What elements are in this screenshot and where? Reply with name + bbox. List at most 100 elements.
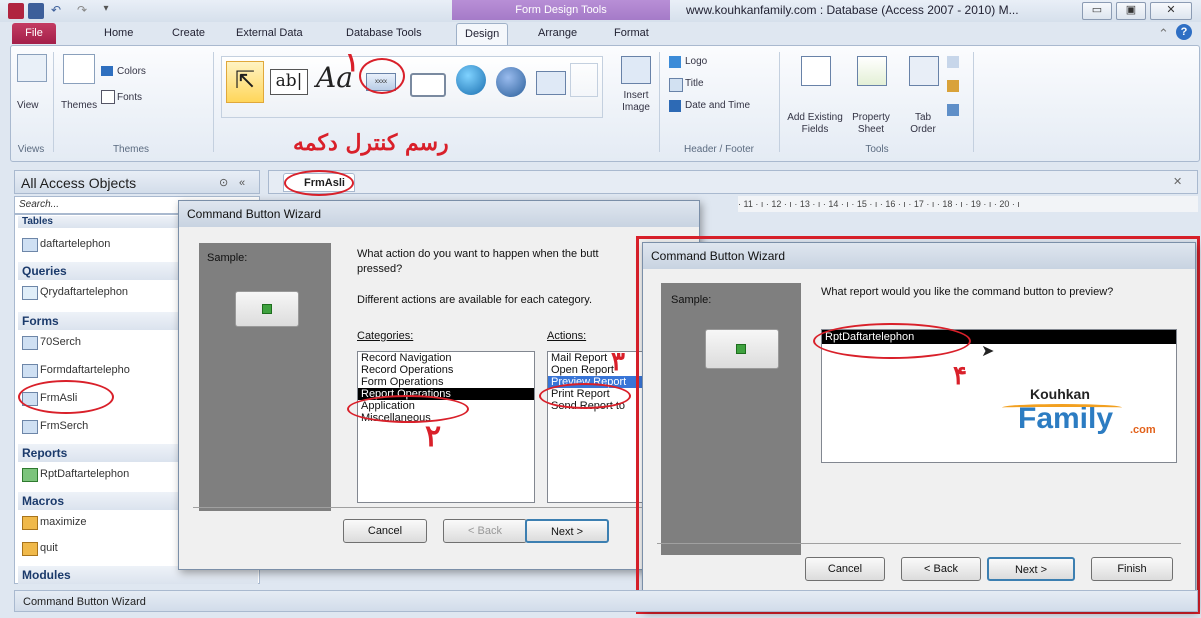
minimize-ribbon-icon[interactable]: ⌃ <box>1158 26 1169 42</box>
dialog2-title: Command Button Wizard <box>643 243 1195 269</box>
help-icon[interactable]: ? <box>1176 24 1192 40</box>
window-title: www.kouhkanfamily.com : Database (Access… <box>686 3 1019 17</box>
dialog2-sample-label: Sample: <box>671 294 712 306</box>
web-browser-control-icon[interactable] <box>496 67 526 97</box>
tab-control-icon[interactable] <box>410 73 446 97</box>
nav-dropdown-icon[interactable]: ⊙ <box>219 171 228 195</box>
title-icon[interactable] <box>669 78 683 92</box>
add-existing-fields-label[interactable]: Add Existing Fields <box>785 112 845 136</box>
dialog1-back-button[interactable]: < Back <box>443 519 527 543</box>
nav-item-maximize[interactable]: maximize <box>40 513 86 531</box>
fonts-button-label[interactable]: Fonts <box>117 92 142 104</box>
annotation-ellipse-1 <box>359 58 405 94</box>
tab-create[interactable]: Create <box>164 23 213 44</box>
separator <box>53 52 54 152</box>
categories-label: Categories: <box>357 330 414 342</box>
action-item[interactable]: Open Report <box>548 364 648 376</box>
action-item[interactable]: Mail Report <box>548 352 648 364</box>
insert-image-icon[interactable] <box>621 56 651 84</box>
property-sheet-icon[interactable] <box>857 56 887 86</box>
tab-external-data[interactable]: External Data <box>228 23 311 44</box>
separator <box>659 52 660 152</box>
dialog1-sample-panel: Sample: <box>199 243 331 511</box>
dialog2-cancel-button[interactable]: Cancel <box>805 557 885 581</box>
form-icon <box>22 364 38 378</box>
view-icon[interactable] <box>17 54 47 82</box>
undo-icon[interactable]: ↶ <box>48 3 64 19</box>
separator <box>779 52 780 152</box>
tab-order-icon[interactable] <box>909 56 939 86</box>
macro-icon <box>22 516 38 530</box>
annotation-ellipse-doc-tab <box>284 170 354 196</box>
tab-home[interactable]: Home <box>96 23 141 44</box>
date-time-label[interactable]: Date and Time <box>685 100 750 112</box>
macro-icon <box>22 542 38 556</box>
insert-image-label[interactable]: Insert Image <box>611 90 661 114</box>
actions-list[interactable]: Mail Report Open Report Preview Report P… <box>547 351 649 503</box>
document-tab-bar: FrmAsli ✕ <box>268 170 1198 194</box>
nav-item-rptdaftartelephon[interactable]: RptDaftartelephon <box>40 465 129 483</box>
gallery-scroll[interactable] <box>570 63 598 97</box>
dialog1-info: Different actions are available for each… <box>357 294 593 306</box>
colors-button-label[interactable]: Colors <box>117 66 146 78</box>
nav-item-formdaftartelepho[interactable]: Formdaftartelepho <box>40 361 130 379</box>
colors-icon[interactable] <box>101 66 113 76</box>
tab-order-label[interactable]: Tab Order <box>907 112 939 136</box>
subform-icon[interactable] <box>947 56 959 68</box>
nav-item-daftartelephon[interactable]: daftartelephon <box>40 235 110 253</box>
convert-macros-icon[interactable] <box>947 104 959 116</box>
category-item[interactable]: Record Operations <box>358 364 534 376</box>
dialog2-next-button[interactable]: Next > <box>987 557 1075 581</box>
category-item[interactable]: Form Operations <box>358 376 534 388</box>
sample-button-icon <box>262 304 272 314</box>
fonts-icon[interactable] <box>101 90 115 104</box>
dialog2-back-button[interactable]: < Back <box>901 557 981 581</box>
categories-list[interactable]: Record Navigation Record Operations Form… <box>357 351 535 503</box>
close-button[interactable]: ✕ <box>1150 2 1192 20</box>
view-button-label[interactable]: View <box>17 100 39 112</box>
tab-format[interactable]: Format <box>606 23 657 44</box>
nav-pane-title: All Access Objects <box>21 175 137 191</box>
maximize-button[interactable]: ▣ <box>1116 2 1146 20</box>
title-label[interactable]: Title <box>685 78 704 90</box>
nav-item-frmserch[interactable]: FrmSerch <box>40 417 88 435</box>
view-code-icon[interactable] <box>947 80 959 92</box>
add-existing-fields-icon[interactable] <box>801 56 831 86</box>
save-icon[interactable] <box>28 3 44 19</box>
date-time-icon[interactable] <box>669 100 681 112</box>
customize-qat-icon[interactable]: ▾ <box>98 3 114 19</box>
annotation-number-3: ۳ <box>611 347 625 377</box>
dialog1-sample-label: Sample: <box>207 252 248 264</box>
nav-item-qrydaftartelephon[interactable]: Qrydaftartelephon <box>40 283 128 301</box>
navigation-control-icon[interactable] <box>536 71 566 95</box>
status-bar: Command Button Wizard <box>14 590 1198 612</box>
tab-design[interactable]: Design <box>456 23 509 45</box>
nav-item-70serch[interactable]: 70Serch <box>40 333 81 351</box>
nav-item-quit[interactable]: quit <box>40 539 58 557</box>
form-icon <box>22 420 38 434</box>
themes-button-label[interactable]: Themes <box>61 100 97 112</box>
property-sheet-label[interactable]: Property Sheet <box>847 112 895 136</box>
tab-arrange[interactable]: Arrange <box>530 23 585 44</box>
close-doc-icon[interactable]: ✕ <box>1173 175 1182 188</box>
redo-icon[interactable]: ↷ <box>74 3 90 19</box>
ribbon: View Views Themes Colors Fonts Themes ⇱ … <box>10 45 1200 162</box>
dialog2-finish-button[interactable]: Finish <box>1091 557 1173 581</box>
dialog1-cancel-button[interactable]: Cancel <box>343 519 427 543</box>
category-item[interactable]: Record Navigation <box>358 352 534 364</box>
textbox-control-icon[interactable]: ab| <box>270 69 308 95</box>
select-pointer-icon[interactable]: ⇱ <box>226 61 264 103</box>
tab-database-tools[interactable]: Database Tools <box>338 23 430 44</box>
dialog1-next-button[interactable]: Next > <box>525 519 609 543</box>
command-button-wizard-step1: Command Button Wizard Sample: What actio… <box>178 200 700 570</box>
minimize-button[interactable]: ▭ <box>1082 2 1112 20</box>
nav-pane-header[interactable]: All Access Objects ⊙ « <box>14 170 260 194</box>
shutter-bar-close-icon[interactable]: « <box>239 171 245 195</box>
logo-icon[interactable] <box>669 56 681 68</box>
tab-file[interactable]: File <box>12 23 56 44</box>
controls-gallery: ⇱ ab| Aa xxxx <box>221 56 603 118</box>
hyperlink-control-icon[interactable] <box>456 65 486 95</box>
access-logo-icon <box>8 3 24 19</box>
logo-label[interactable]: Logo <box>685 56 707 68</box>
themes-icon[interactable] <box>63 54 95 84</box>
